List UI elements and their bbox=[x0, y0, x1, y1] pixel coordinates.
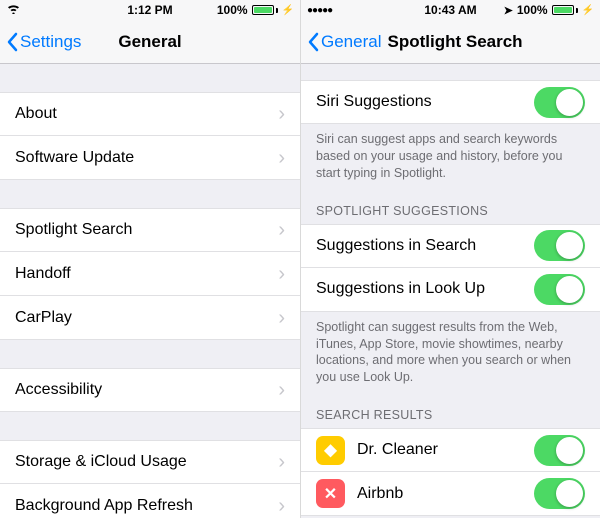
row-label: Storage & iCloud Usage bbox=[15, 453, 278, 471]
chevron-right-icon: › bbox=[278, 380, 285, 400]
settings-list[interactable]: About › Software Update › Spotlight Sear… bbox=[0, 64, 300, 518]
chevron-right-icon: › bbox=[278, 496, 285, 516]
row-storage-icloud[interactable]: Storage & iCloud Usage › bbox=[0, 440, 300, 484]
row-label: Airbnb bbox=[357, 485, 534, 503]
battery-icon bbox=[252, 5, 278, 15]
toggle-suggestions-search[interactable] bbox=[534, 230, 585, 261]
battery-percent: 100% bbox=[217, 3, 248, 17]
row-label: CarPlay bbox=[15, 309, 278, 327]
row-label: Background App Refresh bbox=[15, 497, 278, 515]
section-footer: Siri can suggest apps and search keyword… bbox=[301, 124, 600, 190]
row-suggestions-search[interactable]: Suggestions in Search bbox=[301, 224, 600, 268]
row-label: Spotlight Search bbox=[15, 221, 278, 239]
row-accessibility[interactable]: Accessibility › bbox=[0, 368, 300, 412]
row-label: Software Update bbox=[15, 149, 278, 167]
chevron-left-icon bbox=[307, 32, 319, 52]
chevron-right-icon: › bbox=[278, 264, 285, 284]
chevron-right-icon: › bbox=[278, 308, 285, 328]
charging-icon: ⚡ bbox=[282, 5, 294, 16]
row-background-refresh[interactable]: Background App Refresh › bbox=[0, 484, 300, 518]
status-bar: ●●●●● 10:43 AM ➤ 100% ⚡ bbox=[301, 0, 600, 20]
nav-bar: General Spotlight Search bbox=[301, 20, 600, 64]
chevron-left-icon bbox=[6, 32, 18, 52]
chevron-right-icon: › bbox=[278, 104, 285, 124]
toggle-app[interactable] bbox=[534, 478, 585, 509]
toggle-siri-suggestions[interactable] bbox=[534, 87, 585, 118]
status-bar: 1:12 PM 100% ⚡ bbox=[0, 0, 300, 20]
spotlight-search-pane: ●●●●● 10:43 AM ➤ 100% ⚡ General Spotligh… bbox=[300, 0, 600, 518]
section-footer: Spotlight can suggest results from the W… bbox=[301, 312, 600, 395]
row-label: Dr. Cleaner bbox=[357, 441, 534, 459]
signal-icon: ●●●●● bbox=[307, 5, 332, 16]
spotlight-settings-list[interactable]: Siri Suggestions Siri can suggest apps a… bbox=[301, 64, 600, 518]
toggle-app[interactable] bbox=[534, 435, 585, 466]
location-icon: ➤ bbox=[504, 4, 513, 17]
back-button[interactable]: General bbox=[307, 32, 381, 52]
charging-icon: ⚡ bbox=[582, 5, 594, 16]
wifi-icon bbox=[6, 3, 21, 17]
nav-bar: Settings General bbox=[0, 20, 300, 64]
page-title: Spotlight Search bbox=[387, 32, 522, 52]
row-siri-suggestions[interactable]: Siri Suggestions bbox=[301, 80, 600, 124]
row-label: Suggestions in Search bbox=[316, 237, 534, 255]
row-app-airbnb[interactable]: ✕ Airbnb bbox=[301, 472, 600, 516]
section-header: SEARCH RESULTS bbox=[301, 394, 600, 428]
row-spotlight-search[interactable]: Spotlight Search › bbox=[0, 208, 300, 252]
status-time: 10:43 AM bbox=[424, 3, 476, 17]
row-handoff[interactable]: Handoff › bbox=[0, 252, 300, 296]
app-icon: ◆ bbox=[316, 436, 345, 465]
back-button[interactable]: Settings bbox=[6, 32, 81, 52]
row-software-update[interactable]: Software Update › bbox=[0, 136, 300, 180]
back-label: Settings bbox=[20, 32, 81, 52]
row-label: Suggestions in Look Up bbox=[316, 280, 534, 298]
row-label: Accessibility bbox=[15, 381, 278, 399]
chevron-right-icon: › bbox=[278, 220, 285, 240]
battery-percent: 100% bbox=[517, 3, 548, 17]
battery-icon bbox=[552, 5, 578, 15]
row-label: Handoff bbox=[15, 265, 278, 283]
row-suggestions-lookup[interactable]: Suggestions in Look Up bbox=[301, 268, 600, 312]
row-about[interactable]: About › bbox=[0, 92, 300, 136]
row-label: Siri Suggestions bbox=[316, 93, 534, 111]
section-header: SPOTLIGHT SUGGESTIONS bbox=[301, 190, 600, 224]
settings-general-pane: 1:12 PM 100% ⚡ Settings General About › bbox=[0, 0, 300, 518]
chevron-right-icon: › bbox=[278, 148, 285, 168]
page-title: General bbox=[118, 32, 181, 52]
row-label: About bbox=[15, 105, 278, 123]
app-icon: ✕ bbox=[316, 479, 345, 508]
back-label: General bbox=[321, 32, 381, 52]
row-carplay[interactable]: CarPlay › bbox=[0, 296, 300, 340]
row-app-dr-cleaner[interactable]: ◆ Dr. Cleaner bbox=[301, 428, 600, 472]
status-time: 1:12 PM bbox=[127, 3, 172, 17]
toggle-suggestions-lookup[interactable] bbox=[534, 274, 585, 305]
chevron-right-icon: › bbox=[278, 452, 285, 472]
